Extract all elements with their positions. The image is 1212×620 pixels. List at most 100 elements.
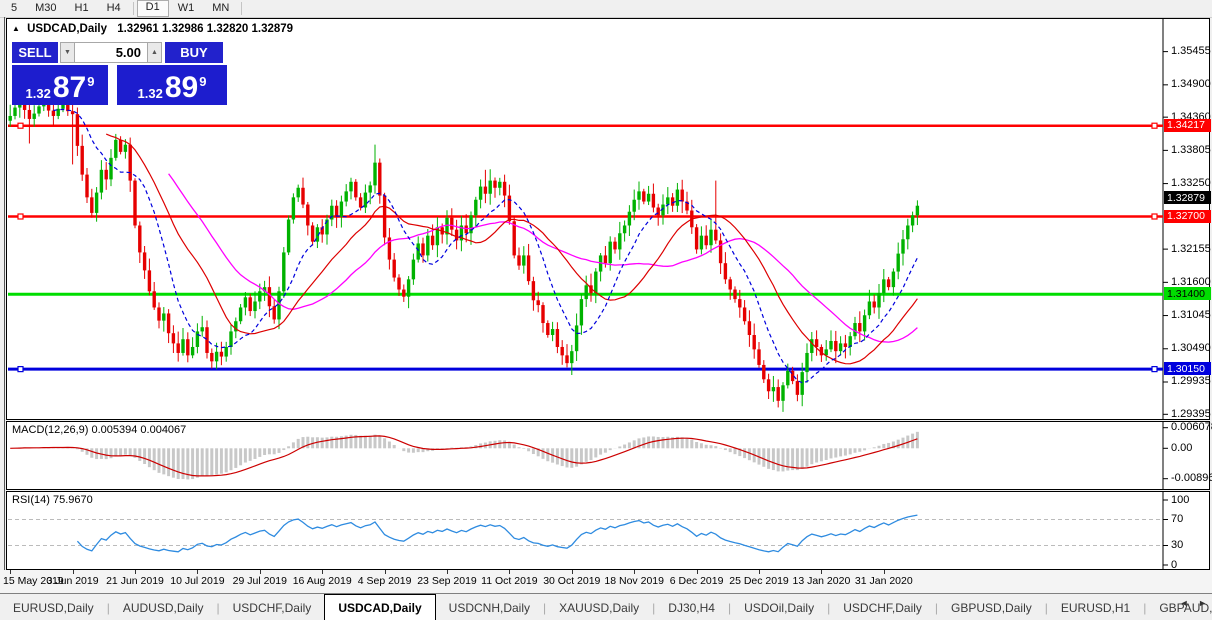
timeframe-button-5[interactable]: 5 bbox=[2, 1, 26, 16]
line-handle[interactable] bbox=[1152, 214, 1157, 219]
timeframe-button-m30[interactable]: M30 bbox=[26, 1, 65, 16]
candle bbox=[738, 299, 741, 307]
candle bbox=[805, 353, 808, 372]
candle bbox=[378, 163, 381, 196]
candle bbox=[105, 170, 108, 180]
tab-usdcad-daily[interactable]: USDCAD,Daily bbox=[324, 594, 435, 620]
candle bbox=[666, 197, 669, 204]
candle bbox=[450, 218, 453, 230]
tab-audusd-daily[interactable]: AUDUSD,Daily bbox=[110, 594, 217, 620]
candle bbox=[709, 230, 712, 246]
candle bbox=[148, 270, 151, 291]
tab-usdoil-daily[interactable]: USDOil,Daily bbox=[731, 594, 827, 620]
volume-increase-button[interactable]: ▲ bbox=[147, 42, 162, 63]
price-axis-tick: 1.31045 bbox=[1171, 309, 1211, 321]
sell-button[interactable]: SELL bbox=[12, 42, 58, 63]
candle bbox=[829, 341, 832, 349]
candle bbox=[37, 106, 40, 113]
candle bbox=[681, 190, 684, 202]
candle bbox=[109, 158, 112, 180]
macd-panel[interactable] bbox=[6, 421, 1210, 490]
candle bbox=[522, 255, 525, 265]
line-handle[interactable] bbox=[1152, 367, 1157, 372]
volume-input[interactable]: 5.00 bbox=[75, 42, 147, 63]
rsi-panel[interactable] bbox=[6, 491, 1210, 570]
candle bbox=[489, 181, 492, 194]
candle bbox=[551, 329, 554, 335]
candle bbox=[724, 263, 727, 279]
tab-xauusd-daily[interactable]: XAUUSD,Daily bbox=[546, 594, 652, 620]
sell-price-display[interactable]: 1.32 87 9 bbox=[12, 65, 108, 105]
volume-decrease-button[interactable]: ▼ bbox=[60, 42, 75, 63]
candle bbox=[335, 206, 338, 217]
tab-scroll-left-icon[interactable]: ◄ bbox=[1180, 598, 1189, 608]
candle bbox=[359, 197, 362, 207]
candle bbox=[868, 301, 871, 315]
candle bbox=[743, 307, 746, 321]
tab-eurusd-daily[interactable]: EURUSD,Daily bbox=[0, 594, 107, 620]
candle bbox=[594, 272, 597, 294]
line-handle[interactable] bbox=[1152, 123, 1157, 128]
candle bbox=[81, 146, 84, 175]
tab-usdchf-daily[interactable]: USDCHF,Daily bbox=[830, 594, 935, 620]
line-handle[interactable] bbox=[18, 123, 23, 128]
candle bbox=[205, 327, 208, 353]
timeframe-button-d1[interactable]: D1 bbox=[137, 0, 169, 17]
rsi-axis-tick: 30 bbox=[1171, 539, 1183, 551]
line-handle[interactable] bbox=[18, 214, 23, 219]
hline-price-label: 1.32700 bbox=[1164, 210, 1211, 223]
line-handle[interactable] bbox=[18, 367, 23, 372]
date-tick bbox=[572, 570, 573, 574]
tab-gbpusd-daily[interactable]: GBPUSD,Daily bbox=[938, 594, 1045, 620]
candle bbox=[618, 233, 621, 249]
candle bbox=[407, 279, 410, 296]
date-tick bbox=[634, 570, 635, 574]
timeframe-button-h4[interactable]: H4 bbox=[98, 1, 130, 16]
timeframe-button-h1[interactable]: H1 bbox=[66, 1, 98, 16]
candle bbox=[282, 252, 285, 291]
tab-dj30-h4[interactable]: DJ30,H4 bbox=[655, 594, 728, 620]
hline-price-label: 1.34217 bbox=[1164, 119, 1211, 132]
candle bbox=[767, 379, 770, 391]
tab-usdchf-daily[interactable]: USDCHF,Daily bbox=[220, 594, 325, 620]
date-tick bbox=[759, 570, 760, 574]
candle bbox=[71, 111, 74, 114]
buy-price-display[interactable]: 1.32 89 9 bbox=[117, 65, 227, 105]
date-axis: 15 May 20193 Jun 201921 Jun 201910 Jul 2… bbox=[0, 570, 1212, 593]
candle bbox=[249, 297, 252, 311]
candle bbox=[546, 323, 549, 335]
candle bbox=[9, 116, 12, 121]
tab-scroll-right-icon[interactable]: ► bbox=[1198, 598, 1207, 608]
timeframe-button-mn[interactable]: MN bbox=[203, 1, 238, 16]
candle bbox=[604, 255, 607, 263]
toolbar-separator bbox=[241, 2, 242, 15]
candle bbox=[13, 108, 16, 116]
date-tick bbox=[697, 570, 698, 574]
candle bbox=[705, 236, 708, 246]
candle bbox=[570, 351, 573, 363]
date-axis-label: 6 Dec 2019 bbox=[670, 575, 724, 587]
candle bbox=[513, 221, 516, 255]
candle bbox=[345, 191, 348, 201]
candle bbox=[215, 352, 218, 362]
macd-indicator-label: MACD(12,26,9) 0.005394 0.004067 bbox=[12, 424, 186, 436]
candle bbox=[892, 272, 895, 288]
rsi-indicator-label: RSI(14) 75.9670 bbox=[12, 494, 93, 506]
candle bbox=[153, 291, 156, 307]
candle bbox=[167, 313, 170, 333]
candle bbox=[676, 190, 679, 206]
candle bbox=[186, 339, 189, 355]
candle bbox=[311, 225, 314, 241]
date-axis-label: 21 Jun 2019 bbox=[106, 575, 164, 587]
tab-usdcnh-daily[interactable]: USDCNH,Daily bbox=[436, 594, 543, 620]
hline-price-label: 1.30150 bbox=[1164, 362, 1211, 375]
candle bbox=[114, 140, 117, 158]
candle bbox=[484, 187, 487, 194]
date-axis-label: 3 Jun 2019 bbox=[47, 575, 99, 587]
tab-eurusd-h1[interactable]: EURUSD,H1 bbox=[1048, 594, 1143, 620]
buy-button[interactable]: BUY bbox=[165, 42, 223, 63]
current-price-label: 1.32879 bbox=[1164, 191, 1211, 204]
timeframe-button-w1[interactable]: W1 bbox=[169, 1, 204, 16]
collapse-trade-panel-icon[interactable]: ▲ bbox=[12, 24, 20, 33]
candle bbox=[253, 301, 256, 311]
